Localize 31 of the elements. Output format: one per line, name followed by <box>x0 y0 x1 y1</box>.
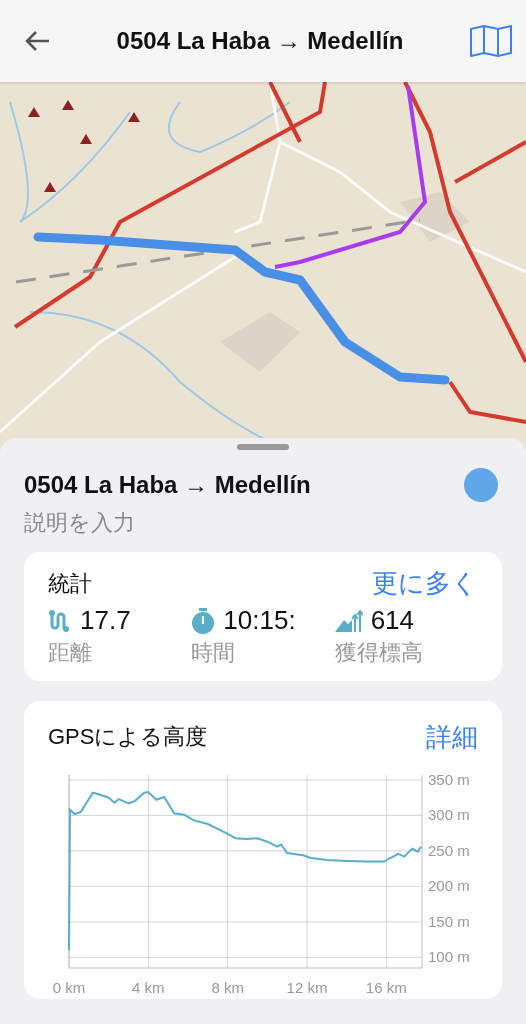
route-icon <box>48 608 72 633</box>
stat-label: 時間 <box>191 639 236 667</box>
drag-handle[interactable] <box>237 444 289 450</box>
x-tick-label: 16 km <box>365 979 407 996</box>
stat-value: 614 <box>370 605 415 636</box>
stat-label: 距離 <box>48 639 92 667</box>
y-tick-label: 100 m <box>428 948 470 966</box>
stat-value: 17.7 <box>80 605 131 636</box>
y-tick-label: 200 m <box>428 877 470 895</box>
stat-value: 10:15: <box>223 605 296 636</box>
stopwatch-icon <box>191 607 216 634</box>
x-tick-label: 8 km <box>211 979 244 996</box>
more-link[interactable]: 更に多く <box>372 566 478 601</box>
stat-label: 獲得標高 <box>334 639 423 667</box>
track-title: 0504 La Haba → Medellín <box>24 471 311 499</box>
x-tick-label: 0 km <box>52 979 86 996</box>
details-link[interactable]: 詳細 <box>426 719 478 755</box>
y-tick-label: 150 m <box>428 912 470 930</box>
track-color-button[interactable] <box>464 468 498 502</box>
back-arrow-icon[interactable] <box>24 30 50 52</box>
description-field[interactable]: 説明を入力 <box>24 510 324 536</box>
x-tick-label: 4 km <box>132 979 165 996</box>
y-tick-label: 350 m <box>428 770 470 788</box>
x-tick-label: 12 km <box>286 979 328 996</box>
elevation-heading: GPSによる高度 <box>48 723 208 751</box>
y-tick-label: 250 m <box>428 841 470 859</box>
map-icon[interactable] <box>470 25 512 57</box>
screen-title: 0504 La Haba → Medellín <box>115 27 405 55</box>
y-tick-label: 300 m <box>428 806 470 824</box>
mountain-up-icon <box>334 609 363 632</box>
stats-heading: 統計 <box>48 569 92 598</box>
